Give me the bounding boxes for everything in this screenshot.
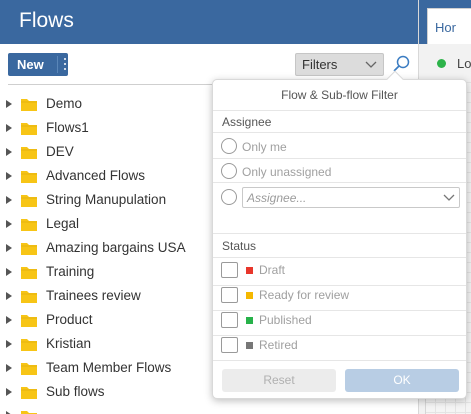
divider bbox=[213, 132, 466, 133]
divider bbox=[213, 335, 466, 336]
divider bbox=[213, 182, 466, 183]
chevron-down-icon bbox=[365, 61, 377, 68]
divider bbox=[213, 158, 466, 159]
tree-item-partial bbox=[0, 404, 418, 414]
page-title: Flows bbox=[19, 9, 74, 32]
divider bbox=[213, 285, 466, 286]
folder-name: Trainees review bbox=[46, 288, 141, 303]
assignee-placeholder: Assignee... bbox=[247, 191, 307, 205]
folder-name: Kristian bbox=[46, 336, 92, 351]
divider bbox=[213, 310, 466, 311]
folder-icon bbox=[21, 171, 37, 183]
folder-name: Product bbox=[46, 312, 93, 327]
assignee-select[interactable]: Assignee... bbox=[242, 187, 460, 208]
folder-name: Flows1 bbox=[46, 120, 89, 135]
status-checkbox[interactable] bbox=[221, 312, 238, 328]
only-me-label: Only me bbox=[242, 140, 287, 154]
chevron-down-icon bbox=[443, 194, 455, 201]
folder-icon bbox=[21, 123, 37, 135]
status-text: Lo bbox=[457, 56, 471, 71]
status-checkbox[interactable] bbox=[221, 287, 238, 303]
folder-icon bbox=[21, 411, 37, 414]
folder-icon bbox=[21, 195, 37, 207]
folder-icon bbox=[21, 387, 37, 399]
divider bbox=[213, 233, 466, 234]
folder-icon bbox=[21, 291, 37, 303]
folder-icon bbox=[21, 219, 37, 231]
folder-name: Training bbox=[46, 264, 95, 279]
flow-filter-panel: Flow & Sub-flow Filter Assignee Only me … bbox=[212, 70, 467, 399]
ok-button[interactable]: OK bbox=[345, 369, 459, 392]
flows-header: Flows bbox=[0, 0, 418, 44]
status-label: Draft bbox=[259, 263, 286, 277]
status-color-swatch bbox=[246, 317, 253, 324]
folder-icon bbox=[21, 339, 37, 351]
reset-button[interactable]: Reset bbox=[222, 369, 336, 392]
expand-arrow-icon[interactable] bbox=[5, 339, 13, 349]
status-color-swatch bbox=[246, 267, 253, 274]
folder-icon bbox=[21, 315, 37, 327]
expand-arrow-icon[interactable] bbox=[5, 291, 13, 301]
expand-arrow-icon[interactable] bbox=[5, 219, 13, 229]
folder-name: Amazing bargains USA bbox=[46, 240, 186, 255]
new-button[interactable]: New bbox=[8, 53, 68, 76]
folder-name: Sub flows bbox=[46, 384, 105, 399]
tab-home-label: Hor bbox=[435, 20, 456, 35]
more-options-icon[interactable] bbox=[62, 56, 68, 72]
radio-assignee[interactable] bbox=[221, 189, 237, 205]
expand-arrow-icon[interactable] bbox=[5, 267, 13, 277]
expand-arrow-icon[interactable] bbox=[5, 99, 13, 109]
folder-name: String Manupulation bbox=[46, 192, 167, 207]
status-checkbox[interactable] bbox=[221, 262, 238, 278]
status-label: Retired bbox=[259, 338, 298, 352]
divider bbox=[213, 257, 466, 258]
folder-name: Legal bbox=[46, 216, 80, 231]
new-button-label: New bbox=[17, 57, 44, 72]
expand-arrow-icon[interactable] bbox=[5, 243, 13, 253]
divider bbox=[213, 360, 466, 361]
expand-arrow-icon[interactable] bbox=[5, 315, 13, 325]
folder-icon bbox=[21, 243, 37, 255]
divider bbox=[213, 110, 466, 111]
only-unassigned-label: Only unassigned bbox=[242, 165, 332, 179]
expand-arrow-icon[interactable] bbox=[5, 387, 13, 397]
radio-only-me[interactable] bbox=[221, 138, 237, 154]
folder-icon bbox=[21, 267, 37, 279]
folder-icon bbox=[21, 147, 37, 159]
folder-name: Demo bbox=[46, 96, 83, 111]
status-checkbox[interactable] bbox=[221, 337, 238, 353]
status-label: Published bbox=[259, 313, 312, 327]
expand-arrow-icon[interactable] bbox=[5, 171, 13, 181]
folder-name: Team Member Flows bbox=[46, 360, 172, 375]
radio-only-unassigned[interactable] bbox=[221, 163, 237, 179]
expand-arrow-icon[interactable] bbox=[5, 147, 13, 157]
status-heading: Status bbox=[222, 239, 257, 253]
status-color-swatch bbox=[246, 292, 253, 299]
assignee-heading: Assignee bbox=[222, 115, 272, 129]
folder-icon bbox=[21, 363, 37, 375]
tab-home[interactable]: Hor bbox=[427, 8, 471, 44]
filters-dropdown[interactable]: Filters bbox=[295, 53, 384, 76]
expand-arrow-icon[interactable] bbox=[5, 363, 13, 373]
status-color-swatch bbox=[246, 342, 253, 349]
filters-label: Filters bbox=[302, 57, 338, 72]
folder-name: Advanced Flows bbox=[46, 168, 146, 183]
expand-arrow-icon[interactable] bbox=[5, 123, 13, 133]
expand-arrow-icon[interactable] bbox=[5, 410, 13, 414]
new-button-divider bbox=[57, 56, 58, 73]
expand-arrow-icon[interactable] bbox=[5, 195, 13, 205]
folder-name: DEV bbox=[46, 144, 74, 159]
status-label: Ready for review bbox=[259, 288, 350, 302]
folder-icon bbox=[21, 99, 37, 111]
filter-title: Flow & Sub-flow Filter bbox=[281, 88, 398, 102]
status-dot bbox=[437, 59, 446, 68]
